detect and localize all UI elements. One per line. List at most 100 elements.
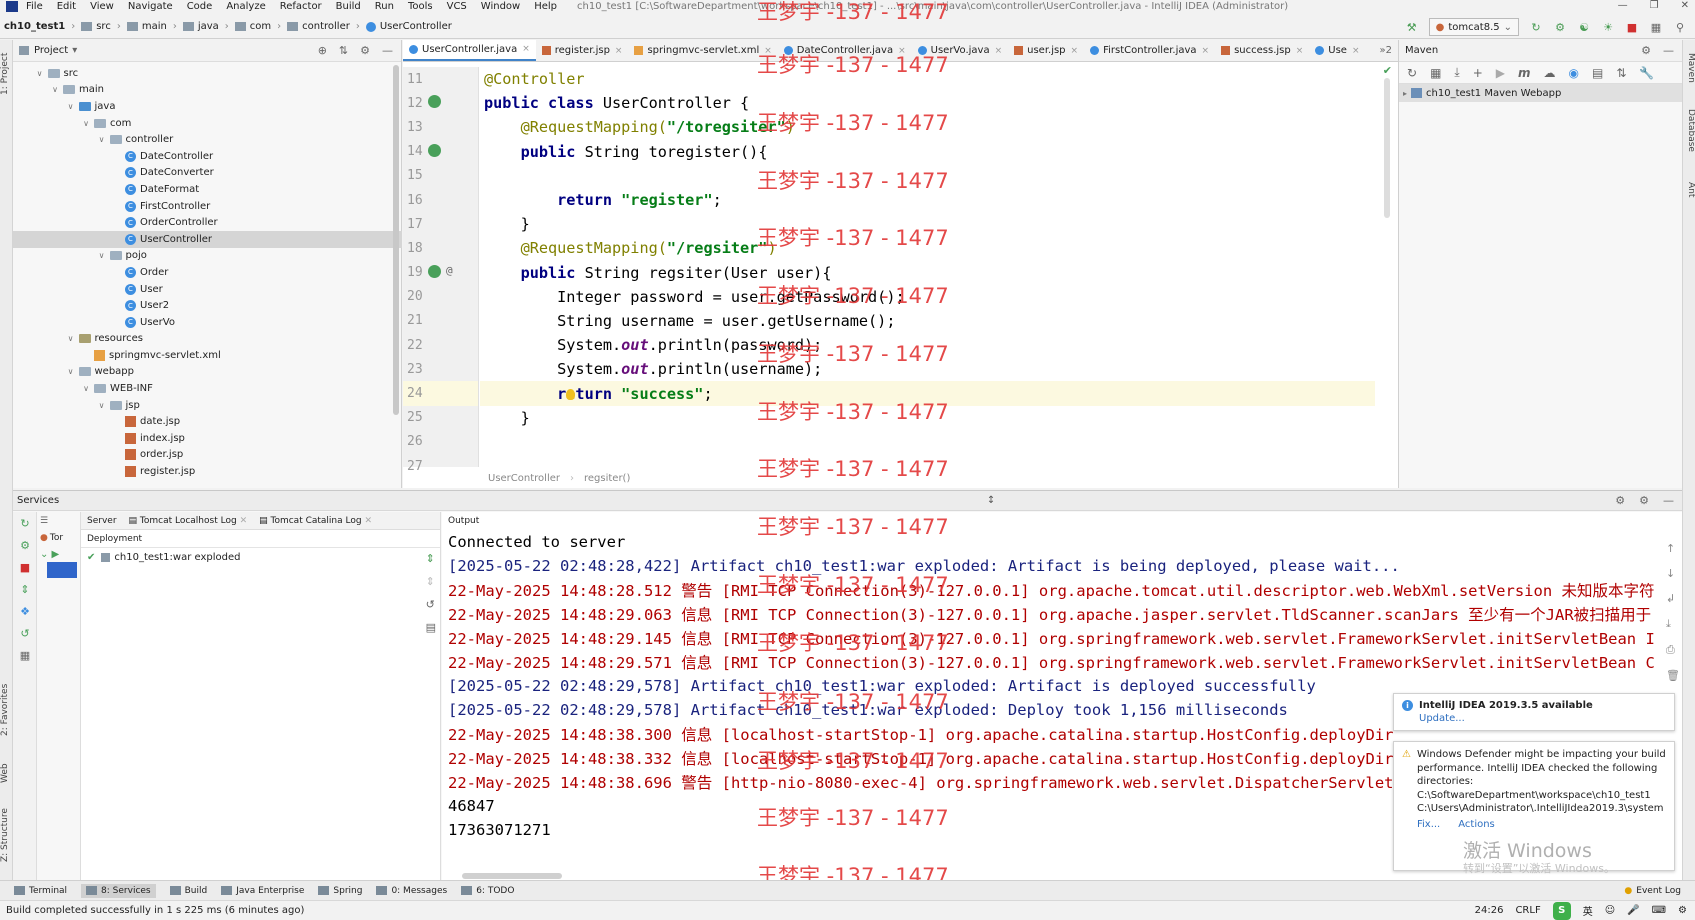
tool-window-button[interactable]: 8: Services (81, 883, 156, 898)
editor-tab[interactable]: UserVo.java × (912, 40, 1008, 61)
debug-icon[interactable]: ⚙ (1553, 20, 1567, 34)
tree-node[interactable]: C Order (13, 264, 402, 281)
menu-analyze[interactable]: Analyze (226, 1, 265, 12)
tree-node[interactable]: springmvc-servlet.xml (13, 347, 402, 364)
line-separator[interactable]: CRLF (1515, 905, 1540, 916)
scroll-down-icon[interactable]: ↓ (1666, 567, 1680, 580)
actions-link[interactable]: Actions (1458, 818, 1495, 832)
annotation-icon[interactable]: @ (446, 264, 453, 277)
breadcrumb-item[interactable]: com › (234, 21, 281, 32)
fix-link[interactable]: Fix... (1417, 818, 1440, 832)
expand-icon[interactable]: ☰ (40, 516, 48, 526)
ant-tool-tab[interactable]: Ant (1683, 170, 1695, 210)
chevron-down-icon[interactable]: ∨ (66, 102, 76, 111)
scroll-up-icon[interactable]: ↑ (1666, 542, 1680, 555)
code-line[interactable] (480, 430, 1375, 454)
code-line[interactable]: @RequestMapping("/toregsiter") (480, 115, 1375, 139)
code-line[interactable]: System. out .println(password); (480, 333, 1375, 357)
soft-wrap-icon[interactable]: ↲ (1666, 592, 1680, 605)
tool-window-button[interactable]: Build (169, 886, 207, 896)
tool-window-button[interactable]: 0: Messages (376, 886, 447, 896)
code-line[interactable]: String username = user.getUsername(); (480, 309, 1375, 333)
close-tab-icon[interactable]: × (1202, 46, 1210, 56)
tree-node[interactable]: C DateFormat (13, 181, 402, 198)
tree-node[interactable]: C FirstController (13, 198, 402, 215)
undeploy-icon[interactable]: ⇕ (426, 575, 436, 588)
tomcat-catalina-log-tab[interactable]: ▤ Tomcat Catalina Log ✕ (259, 516, 372, 526)
tree-node[interactable]: order.jsp (13, 447, 402, 464)
selected-tree-row[interactable] (47, 562, 77, 578)
output-h-scrollbar[interactable] (462, 873, 562, 879)
hide-icon[interactable]: — (1663, 44, 1674, 57)
maximize-icon[interactable]: ❐ (1650, 0, 1659, 11)
rerun-icon[interactable]: ↻ (13, 512, 37, 534)
project-structure-icon[interactable]: ▦ (1649, 20, 1663, 34)
project-scrollbar[interactable] (393, 65, 399, 415)
tree-node[interactable]: ∨ controller (13, 131, 402, 148)
menu-navigate[interactable]: Navigate (128, 1, 173, 12)
breadcrumb-item[interactable]: ch10_test1 › (4, 21, 75, 32)
artifact-add-icon[interactable]: ▤ (426, 621, 436, 634)
tree-node[interactable]: C DateConverter (13, 165, 402, 182)
wrench-icon[interactable]: 🔧 (1639, 66, 1654, 80)
coverage-icon[interactable]: ☯ (1577, 20, 1591, 34)
tree-node[interactable]: date.jsp (13, 413, 402, 430)
microphone-icon[interactable]: 🎤 (1627, 905, 1639, 916)
refresh-icon[interactable]: ↺ (13, 622, 37, 644)
deploy-all-icon[interactable]: ⇕ (426, 552, 436, 565)
tree-node[interactable]: C User (13, 281, 402, 298)
project-tool-tab[interactable]: 1: Project (0, 44, 13, 104)
hide-icon[interactable]: — (382, 44, 393, 57)
breadcrumb-item[interactable]: java › (182, 21, 229, 32)
editor-scrollbar[interactable] (1384, 78, 1390, 218)
breadcrumb-method[interactable]: regsiter() (584, 473, 630, 484)
keyboard-icon[interactable]: ⌨ (1652, 905, 1666, 916)
close-tab-icon[interactable]: × (522, 44, 530, 54)
breadcrumb-item[interactable]: UserController (365, 21, 452, 32)
chevron-down-icon[interactable]: ∨ (50, 85, 60, 94)
close-tab-icon[interactable]: × (1352, 46, 1360, 56)
spring-bean-icon[interactable] (428, 264, 441, 278)
menu-tools[interactable]: Tools (408, 1, 433, 12)
breadcrumb-class[interactable]: UserController (488, 473, 560, 484)
editor-tab[interactable]: FirstController.java × (1084, 40, 1215, 61)
close-tab-icon[interactable]: × (1071, 46, 1079, 56)
web-tool-tab[interactable]: Web (0, 758, 13, 788)
inspection-ok-icon[interactable]: ✔ (1383, 64, 1392, 77)
maven-tool-tab[interactable]: Maven (1683, 48, 1695, 88)
code-line[interactable]: } (480, 406, 1375, 430)
close-icon[interactable]: ✕ (1681, 0, 1689, 11)
gear-icon[interactable]: ⚙ (1641, 44, 1651, 57)
deployment-item[interactable]: ✔ ch10_test1:war exploded (81, 548, 440, 566)
chevron-down-icon[interactable]: ∨ (66, 367, 76, 376)
tree-node[interactable]: ∨ com (13, 115, 402, 132)
code-line[interactable] (480, 164, 1375, 188)
settings-icon[interactable]: ⚙ (1678, 905, 1687, 916)
show-dependencies-icon[interactable]: ▤ (1592, 66, 1603, 80)
execute-goal-icon[interactable]: m (1518, 66, 1531, 80)
code-line[interactable]: public String toregister(){ (480, 140, 1375, 164)
menu-view[interactable]: View (90, 1, 114, 12)
chevron-down-icon[interactable]: ∨ (97, 401, 107, 410)
tree-node[interactable]: ∨ WEB-INF (13, 380, 402, 397)
chevron-down-icon[interactable]: ∨ (66, 334, 76, 343)
menu-window[interactable]: Window (481, 1, 520, 12)
server-tab[interactable]: Server (87, 516, 117, 526)
editor-tab[interactable]: success.jsp × (1215, 40, 1309, 61)
maven-project-item[interactable]: ▸ ch10_test1 Maven Webapp (1399, 84, 1682, 102)
rerun-icon[interactable]: ↻ (1529, 20, 1543, 34)
tool-window-button[interactable]: Terminal (14, 886, 67, 896)
emoji-icon[interactable]: ☺ (1605, 905, 1615, 916)
editor-tab[interactable]: springmvc-servlet.xml × (628, 40, 777, 61)
stop-icon[interactable]: ■ (13, 556, 37, 578)
menu-vcs[interactable]: VCS (447, 1, 467, 12)
toggle-offline-icon[interactable]: ☁ (1544, 66, 1556, 80)
tool-window-button[interactable]: Java Enterprise (221, 886, 304, 896)
tree-node[interactable]: C OrderController (13, 214, 402, 231)
minimize-icon[interactable]: — (1618, 0, 1628, 11)
deploy-icon[interactable]: ⇕ (13, 578, 37, 600)
resize-handle-icon[interactable]: ↕ (987, 495, 995, 506)
layout-icon[interactable]: ▦ (13, 644, 37, 666)
tree-node[interactable]: ∨ resources (13, 331, 402, 348)
ime-language[interactable]: 英 (1583, 903, 1593, 918)
